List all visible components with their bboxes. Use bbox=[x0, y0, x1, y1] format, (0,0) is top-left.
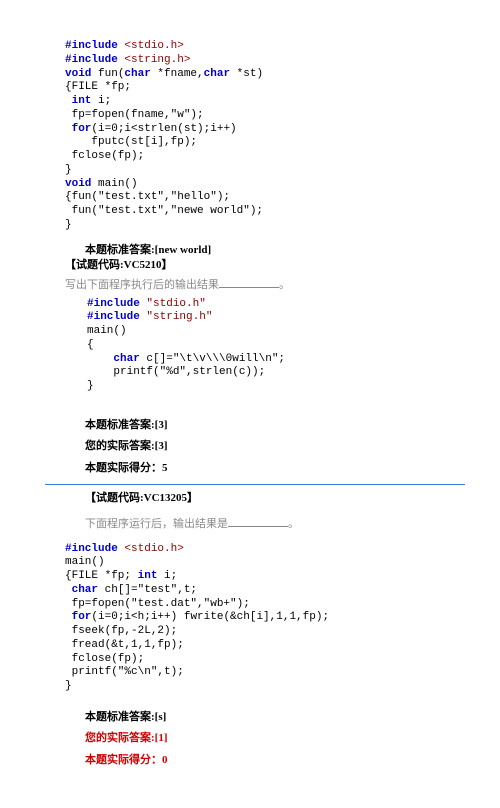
code-line: fputc(st[i],fp); bbox=[65, 136, 445, 150]
label: 本题标准答案: bbox=[85, 711, 155, 723]
code-line: fclose(fp); bbox=[65, 150, 445, 164]
code-line: } bbox=[65, 164, 445, 178]
value: [1] bbox=[155, 732, 168, 744]
q1-question-id: 【试题代码:VC5210】 bbox=[65, 258, 445, 273]
code-line: for(i=0;i<h;i++) fwrite(&ch[i],1,1,fp); bbox=[65, 611, 445, 625]
value: 5 bbox=[162, 462, 168, 474]
q2-prompt: 写出下面程序执行后的输出结果 。 bbox=[65, 277, 445, 293]
code-line: #include "stdio.h" bbox=[87, 298, 445, 312]
label: 您的实际答案: bbox=[85, 440, 155, 452]
value: [new world] bbox=[155, 244, 212, 256]
label: 本题实际得分： bbox=[85, 754, 162, 766]
q3-standard-answer: 本题标准答案:[s] bbox=[85, 710, 445, 725]
code-line: main() bbox=[65, 556, 445, 570]
prompt-suffix: 。 bbox=[288, 518, 299, 530]
prompt-text: 写出下面程序执行后的输出结果 bbox=[65, 279, 219, 291]
code-line: #include <string.h> bbox=[65, 54, 445, 68]
value: [3] bbox=[155, 419, 168, 431]
code-line: int i; bbox=[65, 95, 445, 109]
value: [s] bbox=[155, 711, 167, 723]
code-line: void fun(char *fname,char *st) bbox=[65, 68, 445, 82]
code-line: #include "string.h" bbox=[87, 311, 445, 325]
code-line: {fun("test.txt","hello"); bbox=[65, 191, 445, 205]
code-line: fread(&t,1,1,fp); bbox=[65, 639, 445, 653]
code-line: main() bbox=[87, 325, 445, 339]
code-line: fp=fopen("test.dat","wb+"); bbox=[65, 598, 445, 612]
q3-your-answer: 您的实际答案:[1] bbox=[85, 731, 445, 746]
code-line: } bbox=[65, 680, 445, 694]
code-line: for(i=0;i<strlen(st);i++) bbox=[65, 123, 445, 137]
label: 本题标准答案: bbox=[85, 419, 155, 431]
prompt-text: 下面程序运行后，输出结果是 bbox=[85, 518, 228, 530]
code-line: } bbox=[65, 219, 445, 233]
code-line: { bbox=[87, 339, 445, 353]
label: 本题标准答案: bbox=[85, 244, 155, 256]
code-line: #include <stdio.h> bbox=[65, 40, 445, 54]
q2-standard-answer: 本题标准答案:[3] bbox=[85, 418, 445, 433]
label: 本题实际得分： bbox=[85, 462, 162, 474]
code-line: void main() bbox=[65, 178, 445, 192]
code-line: } bbox=[87, 380, 445, 394]
value: 0 bbox=[162, 754, 168, 766]
q1-standard-answer: 本题标准答案:[new world] bbox=[85, 243, 445, 258]
q3-prompt: 下面程序运行后，输出结果是 。 bbox=[65, 516, 445, 532]
code-line: char ch[]="test",t; bbox=[65, 584, 445, 598]
q3-answers: 本题标准答案:[s] 您的实际答案:[1] 本题实际得分：0 bbox=[65, 710, 445, 768]
q3-score: 本题实际得分：0 bbox=[85, 753, 445, 768]
code-line: fseek(fp,-2L,2); bbox=[65, 625, 445, 639]
prompt-suffix: 。 bbox=[279, 279, 290, 291]
value: [3] bbox=[155, 440, 168, 452]
q3-question-id: 【试题代码:VC13205】 bbox=[65, 491, 445, 506]
code-line: fclose(fp); bbox=[65, 653, 445, 667]
code-line: fun("test.txt","newe world"); bbox=[65, 205, 445, 219]
q2-your-answer: 您的实际答案:[3] bbox=[85, 439, 445, 454]
q1-code-block: #include <stdio.h>#include <string.h>voi… bbox=[65, 40, 445, 233]
code-line: {FILE *fp; bbox=[65, 81, 445, 95]
code-line: fp=fopen(fname,"w"); bbox=[65, 109, 445, 123]
fill-blank bbox=[219, 277, 279, 288]
q2-code-block: #include "stdio.h"#include "string.h"mai… bbox=[65, 298, 445, 394]
fill-blank bbox=[228, 516, 288, 527]
divider bbox=[45, 484, 465, 485]
q3-code-block: #include <stdio.h>main(){FILE *fp; int i… bbox=[65, 543, 445, 694]
q2-score: 本题实际得分：5 bbox=[85, 461, 445, 476]
code-line: #include <stdio.h> bbox=[65, 543, 445, 557]
q1-answers: 本题标准答案:[new world] bbox=[65, 243, 445, 258]
label: 您的实际答案: bbox=[85, 732, 155, 744]
code-line: {FILE *fp; int i; bbox=[65, 570, 445, 584]
document-page: #include <stdio.h>#include <string.h>voi… bbox=[0, 0, 500, 808]
code-line: char c[]="\t\v\\\0will\n"; bbox=[87, 353, 445, 367]
q2-answers: 本题标准答案:[3] 您的实际答案:[3] 本题实际得分：5 bbox=[65, 418, 445, 476]
code-line: printf("%c\n",t); bbox=[65, 666, 445, 680]
code-line: printf("%d",strlen(c)); bbox=[87, 366, 445, 380]
